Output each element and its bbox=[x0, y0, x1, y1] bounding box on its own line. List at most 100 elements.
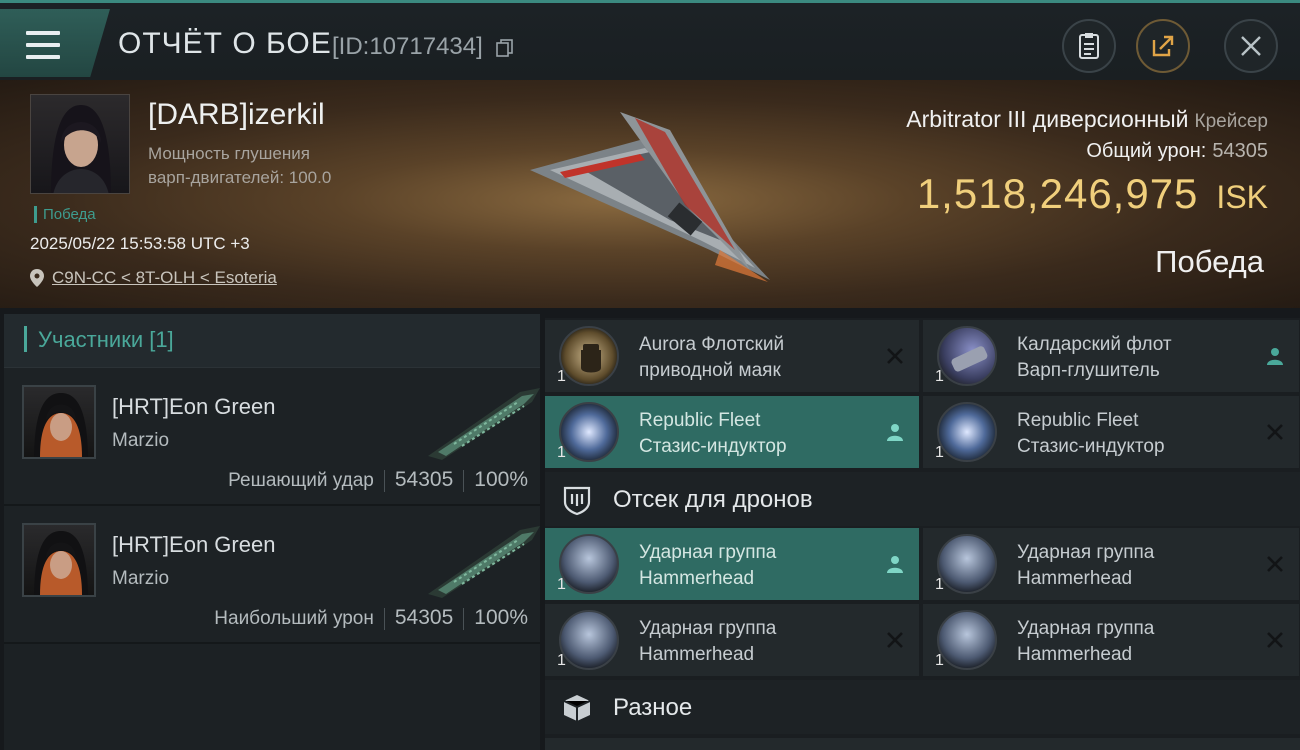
victim-name[interactable]: [DARB]izerkil bbox=[148, 98, 325, 132]
participant-ship-icon[interactable] bbox=[424, 382, 544, 462]
destroyed-x-icon bbox=[887, 348, 903, 364]
report-id: [ID:10717434] bbox=[332, 33, 483, 60]
module-name: Калдарский флот Варп-глушитель bbox=[1017, 334, 1172, 381]
participant-percent: 100% bbox=[474, 468, 528, 491]
total-damage-label: Общий урон: bbox=[1086, 140, 1207, 162]
module-slot[interactable]: 1 Aurora Флотский приводной маяк bbox=[545, 320, 919, 392]
drone-qty: 1 bbox=[557, 652, 566, 669]
drone-bay-title: Отсек для дронов bbox=[613, 486, 813, 513]
dropped-person-icon bbox=[887, 556, 903, 573]
drone-bay-section-header: Отсек для дронов bbox=[545, 472, 1300, 526]
copy-icon[interactable] bbox=[496, 39, 514, 57]
isk-value: 1,518,246,975 bbox=[916, 170, 1199, 217]
module-qty: 1 bbox=[935, 368, 944, 385]
participants-header[interactable]: Участники [1] bbox=[4, 314, 540, 368]
module-name: Republic Fleet Стазис-индуктор bbox=[639, 410, 787, 457]
dropped-person-icon bbox=[1267, 348, 1283, 365]
misc-section-header: Разное bbox=[545, 680, 1300, 734]
participant-name[interactable]: [HRT]Eon Green bbox=[112, 394, 275, 420]
total-damage: Общий урон: 54305 bbox=[1086, 140, 1268, 163]
isk-value-line: 1,518,246,975 ISK bbox=[917, 170, 1268, 218]
drone-bay-icon bbox=[563, 486, 591, 516]
share-icon bbox=[1152, 35, 1174, 57]
destroyed-x-icon bbox=[887, 632, 903, 648]
page-title: ОТЧЁТ О БОЕ bbox=[118, 27, 332, 60]
participant-name[interactable]: [HRT]Eon Green bbox=[112, 532, 275, 558]
participant-row[interactable]: [HRT]Eon Green Marzio Решающий удар 54305… bbox=[4, 368, 540, 506]
victim-stat: Мощность глушения варп-двигателей: 100.0 bbox=[148, 142, 388, 190]
drone-item[interactable]: 1 Ударная группа Hammerhead bbox=[545, 604, 919, 676]
ship-name[interactable]: Arbitrator III диверсионный Крейсер bbox=[906, 106, 1268, 133]
module-qty: 1 bbox=[557, 444, 566, 461]
battle-result: Победа bbox=[1155, 244, 1264, 279]
share-button[interactable] bbox=[1136, 19, 1190, 73]
module-qty: 1 bbox=[557, 368, 566, 385]
stasis-web-icon bbox=[559, 402, 619, 462]
victim-avatar[interactable] bbox=[30, 94, 130, 194]
portrait-icon bbox=[34, 393, 88, 457]
module-qty: 1 bbox=[935, 444, 944, 461]
close-button[interactable] bbox=[1224, 19, 1278, 73]
kill-location[interactable]: C9N-CC < 8T-OLH < Esoteria bbox=[30, 268, 277, 288]
cargo-box-icon bbox=[563, 695, 591, 721]
participant-percent: 100% bbox=[474, 606, 528, 629]
participant-damage: 54305 bbox=[394, 606, 454, 629]
participant-corp: Marzio bbox=[112, 568, 170, 589]
participant-row[interactable]: [HRT]Eon Green Marzio Наибольший урон 543… bbox=[4, 506, 540, 644]
module-slot[interactable]: 1 Republic Fleet Стазис-индуктор bbox=[923, 396, 1299, 468]
total-damage-value: 54305 bbox=[1212, 140, 1268, 162]
drone-icon bbox=[937, 610, 997, 670]
drone-item[interactable]: 1 Ударная группа Hammerhead bbox=[923, 528, 1299, 600]
drone-name: Ударная группа Hammerhead bbox=[639, 618, 777, 665]
participants-panel: Участники [1] [HRT]Eon Green Marzio Реша… bbox=[4, 314, 540, 750]
hamburger-menu-icon bbox=[26, 31, 60, 59]
drone-icon bbox=[937, 534, 997, 594]
portrait-icon bbox=[34, 531, 88, 595]
location-link[interactable]: C9N-CC < 8T-OLH < Esoteria bbox=[52, 268, 277, 288]
close-icon bbox=[1241, 36, 1261, 56]
fitting-panel: 1 Aurora Флотский приводной маяк 1 Калдар… bbox=[545, 318, 1300, 750]
participant-damage: 54305 bbox=[394, 468, 454, 491]
participant-stats: Наибольший урон 54305 100% bbox=[214, 606, 528, 630]
victim-stat-line2: варп-двигателей: 100.0 bbox=[148, 168, 332, 187]
drone-qty: 1 bbox=[935, 576, 944, 593]
stasis-web-icon bbox=[937, 402, 997, 462]
drone-icon bbox=[559, 610, 619, 670]
participant-stats: Решающий удар 54305 100% bbox=[228, 468, 528, 492]
status-badge: Победа bbox=[34, 206, 96, 223]
location-pin-icon bbox=[30, 269, 44, 287]
module-name: Republic Fleet Стазис-индуктор bbox=[1017, 410, 1165, 457]
participant-role: Решающий удар bbox=[228, 470, 374, 491]
drone-name: Ударная группа Hammerhead bbox=[639, 542, 777, 589]
drone-qty: 1 bbox=[935, 652, 944, 669]
dropped-person-icon bbox=[887, 424, 903, 441]
participant-ship-icon[interactable] bbox=[424, 520, 544, 600]
menu-button[interactable] bbox=[0, 9, 110, 77]
clipboard-button[interactable] bbox=[1062, 19, 1116, 73]
victim-stat-line1: Мощность глушения bbox=[148, 144, 310, 163]
participant-corp: Marzio bbox=[112, 430, 170, 451]
drone-item[interactable]: 1 Ударная группа Hammerhead bbox=[923, 604, 1299, 676]
drone-item[interactable]: 1 Ударная группа Hammerhead bbox=[545, 528, 919, 600]
drone-name: Ударная группа Hammerhead bbox=[1017, 618, 1155, 665]
fist-beacon-icon bbox=[559, 326, 619, 386]
portrait-icon bbox=[51, 105, 111, 193]
isk-unit: ISK bbox=[1216, 179, 1268, 215]
ship-render bbox=[530, 112, 770, 282]
destroyed-x-icon bbox=[1267, 556, 1283, 572]
module-slot[interactable]: 1 Калдарский флот Варп-глушитель bbox=[923, 320, 1299, 392]
participant-avatar[interactable] bbox=[22, 523, 96, 597]
kill-summary-banner: [DARB]izerkil Мощность глушения варп-дви… bbox=[0, 80, 1300, 308]
kill-datetime: 2025/05/22 15:53:58 UTC +3 bbox=[30, 234, 250, 253]
participant-avatar[interactable] bbox=[22, 385, 96, 459]
destroyed-x-icon bbox=[1267, 424, 1283, 440]
clipboard-icon bbox=[1079, 33, 1099, 59]
misc-title: Разное bbox=[613, 694, 693, 721]
participant-role: Наибольший урон bbox=[214, 608, 374, 629]
next-row-peek bbox=[545, 738, 1300, 750]
destroyed-x-icon bbox=[1267, 632, 1283, 648]
participants-title: Участники [1] bbox=[38, 327, 174, 352]
module-slot[interactable]: 1 Republic Fleet Стазис-индуктор bbox=[545, 396, 919, 468]
module-name: Aurora Флотский приводной маяк bbox=[639, 334, 785, 381]
drone-qty: 1 bbox=[557, 576, 566, 593]
